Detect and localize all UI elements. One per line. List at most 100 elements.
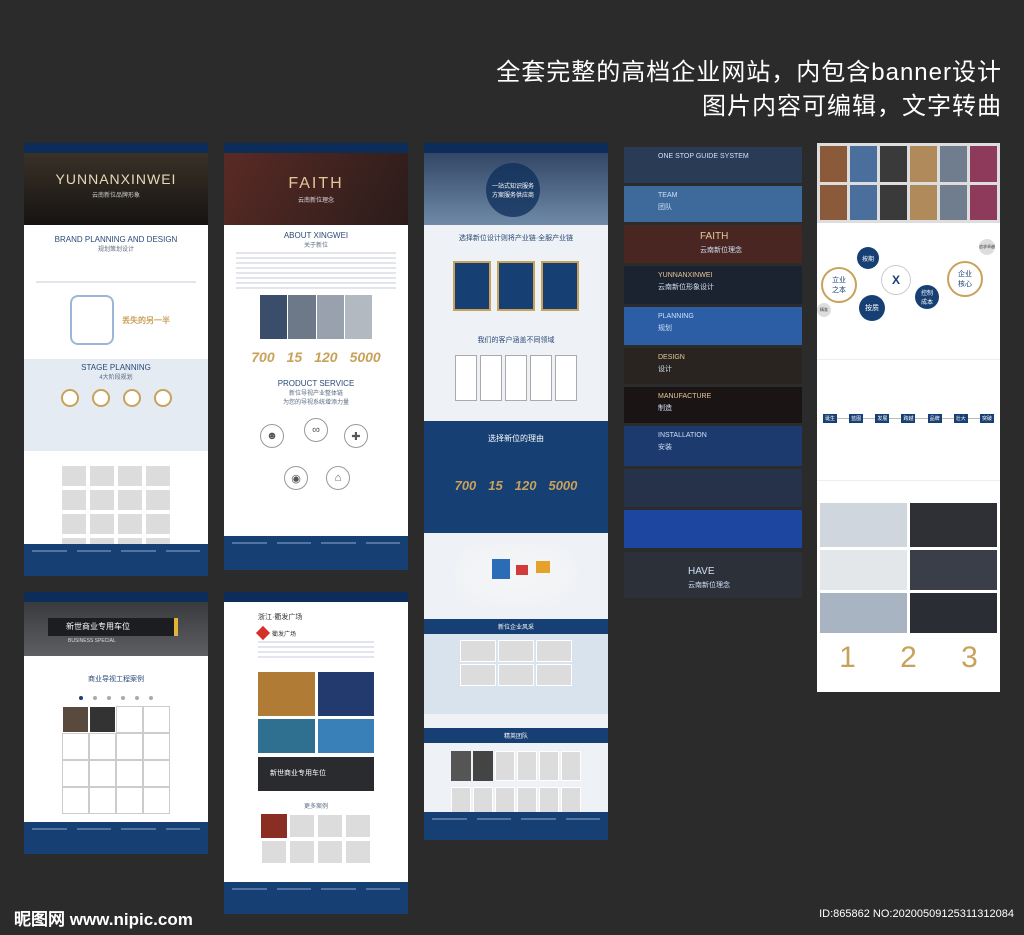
hero-subtitle: 云南新位品牌形象 [91,193,140,199]
parking-sign: 新世商业专用车位 [48,618,178,636]
banner-title: PLANNING [658,313,694,320]
intro-title: 选择新位设计则将产业链·全服产业链 [458,235,574,242]
mockup-brand-planning: YUNNANXINWEI 云南新位品牌形象 BRAND PLANNING AND… [24,143,208,576]
brand-logo: 衢发广场 [255,625,408,641]
nav-bar [24,592,208,602]
logo-circle: X [881,265,911,295]
banner-item: PLANNING 规划 [624,307,802,345]
banner-item: DESIGN 设计 [624,348,802,384]
headline-line-2: 图片内容可编辑，文字转曲 [702,93,1002,120]
center-circle-b: 按质 [859,295,885,321]
mockup-culture: 立业 之本 按期 X 按质 控制 成本 企业 核心 追求卓越 精准 诞生 蓝图 … [817,143,1000,692]
hexagon-shape [70,295,114,345]
footer [424,812,608,840]
mockup-case-list: 新世商业专用车位 BUSINESS SPECIAL 商业导视工程案例 [24,592,208,854]
client-cards [424,355,608,401]
stat-number: 120 [514,478,537,493]
stage-markers [24,381,208,407]
hero-banner: YUNNANXINWEI 云南新位品牌形象 [24,153,208,225]
photo-strip [817,143,1000,223]
headline-line-1: 全套完整的高档企业网站，内包含banner设计 [496,59,1002,86]
banner-subtitle: 制造 [658,405,672,412]
stage-pin-icon [153,389,172,407]
banner-item: HAVE 云南新位理念 [624,552,802,598]
footer [24,822,208,854]
timeline-node: 蓝图 [849,414,864,423]
banner-item: TEAM 团队 [624,186,802,222]
stage-pin-icon [122,389,141,407]
banner-item [624,469,802,507]
hexagon-diagram: 丢失的另一半 [24,291,208,351]
sign-photo: 新世商业专用车位 [258,757,374,791]
case-title: 浙江·衢发广场 [258,614,303,621]
banner-item: INSTALLATION 安装 [624,426,802,466]
stats-numbers: 700 15 120 5000 [224,349,408,365]
big-numbers: 1 2 3 [817,641,1000,675]
timeline-node: 诞生 [823,414,838,423]
highlight-text: 丢失的另一半 [122,316,170,325]
core-left: 立业 之本 [821,267,857,303]
team-grid [424,751,608,817]
core-values-diagram: 立业 之本 按期 X 按质 控制 成本 企业 核心 追求卓越 精准 [817,239,1000,339]
location-icon: ◉ [284,466,308,490]
more-grid [224,814,408,864]
banner-title: FAITH [700,231,729,242]
banner-item: YUNNANXINWEI 云南新位形象设计 [624,266,802,304]
timeline-node: 壮大 [953,414,968,423]
stat-number: 700 [454,478,477,493]
team-title: 精英团队 [424,728,608,743]
section-title-cn: 规划策划设计 [97,247,134,253]
team-photos [820,503,997,633]
divider [36,281,196,283]
big-number: 2 [900,641,917,674]
big-number: 1 [839,641,856,674]
nav-bar [24,143,208,153]
timeline-node: 发展 [875,414,890,423]
banner-title: MANUFACTURE [658,393,712,400]
banner-subtitle: 设计 [658,366,672,373]
about-title-en: ABOUT XINGWEI [283,231,349,240]
sign-text: 新世商业专用车位 [66,622,130,631]
more-title: 更多案例 [303,804,328,810]
mockup-home-long: 一站式知识服务 方案服务供应商 选择新位设计则将产业链·全服产业链 我们的客户涵… [424,143,608,840]
stat-number: 5000 [349,349,381,365]
banner-title: INSTALLATION [658,432,707,439]
center-circle-a: 按期 [857,247,879,269]
hero-circle: 一站式知识服务 方案服务供应商 [486,163,540,217]
style-grid [424,634,608,714]
case-photos [258,672,374,753]
stage-title-cn: 4大阶段规划 [99,375,133,381]
stage-title-en: STAGE PLANNING [81,363,151,372]
hero-banner: 一站式知识服务 方案服务供应商 [424,143,608,225]
stat-number: 700 [251,349,275,365]
clip-icon: ∞ [304,418,328,442]
hero-subtitle: 一站式知识服务 方案服务供应商 [491,184,534,199]
timeline-node: 突破 [979,414,994,423]
sign-photo: 新世商业专用车位 BUSINESS SPECIAL [24,602,208,656]
banner-subtitle: 规划 [658,325,672,332]
banner-subtitle: 安装 [658,444,672,451]
small-circle-2: 精准 [817,303,831,317]
banner-item [624,510,802,548]
service-icons: ☻ ∞ ✚ ◉ ⌂ [224,414,408,504]
stat-number: 120 [314,349,338,365]
sign-en: BUSINESS SPECIAL [68,638,116,644]
stat-number: 5000 [548,478,578,493]
banner-item: ONE STOP GUIDE SYSTEM [624,147,802,183]
mockup-case-detail: 浙江·衢发广场 衢发广场 新世商业专用车位 更多案例 [224,592,408,914]
nav-bar [224,592,408,602]
people-icon: ☻ [260,424,284,448]
banner-subtitle: 云南新位理念 [688,582,730,589]
case-title: 商业导视工程案例 [88,676,144,683]
watermark-id: ID:865862 NO:20200509125311312084 [819,908,1014,920]
client-title: 我们的客户涵盖不同领域 [477,337,555,344]
stat-number: 15 [488,478,503,493]
watermark-brand: 昵图网 www.nipic.com [14,910,193,929]
nav-bar [224,143,408,153]
footer [224,536,408,570]
service-title-cn-1: 新位导视产业整体链 [288,391,343,397]
big-number: 3 [961,641,978,674]
section-title-en: BRAND PLANNING AND DESIGN [54,235,178,244]
pager-dots[interactable] [24,696,208,700]
stats-numbers: 700 15 120 5000 [424,478,608,493]
